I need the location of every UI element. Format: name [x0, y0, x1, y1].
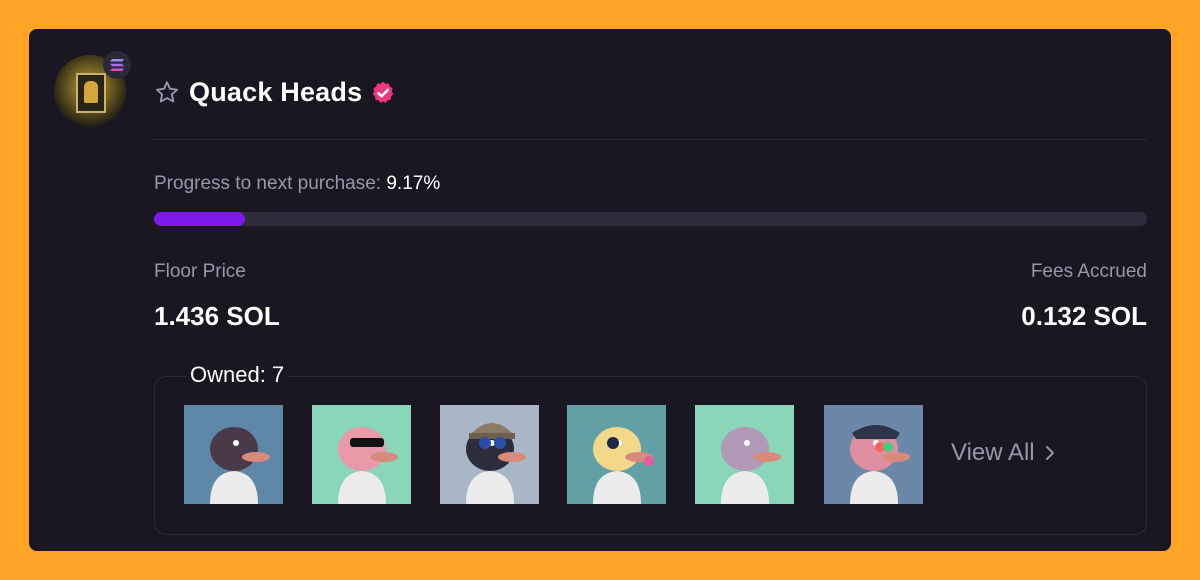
owned-nft-thumbnail[interactable]	[695, 405, 794, 504]
owned-nft-thumbnail[interactable]	[567, 405, 666, 504]
owned-nft-thumbnail[interactable]	[824, 405, 923, 504]
progress-value: 9.17%	[386, 173, 441, 194]
fees-accrued-label: Fees Accrued	[1030, 261, 1147, 282]
view-all-label: View All	[951, 439, 1035, 466]
collection-title: Quack Heads	[189, 77, 363, 107]
star-outline-icon[interactable]	[153, 79, 181, 107]
progress-bar	[154, 212, 1147, 226]
solana-icon	[103, 51, 131, 79]
owned-nft-thumbnail[interactable]	[184, 405, 283, 504]
owned-nft-thumbnail[interactable]	[440, 405, 539, 504]
progress-label: Progress to next purchase: 9.17%	[154, 173, 440, 195]
view-all-button[interactable]: View All	[951, 439, 1055, 467]
chevron-right-icon	[1045, 446, 1054, 460]
progress-bar-fill	[154, 212, 246, 226]
floor-price-label: Floor Price	[154, 261, 246, 282]
owned-nft-thumbnail[interactable]	[312, 405, 411, 504]
header-divider	[153, 139, 1147, 140]
owned-count: Owned: 7	[186, 362, 289, 388]
title-row: Quack Heads	[153, 77, 396, 108]
progress-label-text: Progress to next purchase:	[154, 173, 382, 194]
verified-check-icon	[373, 81, 394, 103]
floor-price-value: 1.436 SOL	[154, 301, 280, 331]
collection-card: Quack Heads Progress to next purchase: 9…	[29, 29, 1171, 551]
collection-avatar-wrap[interactable]	[54, 51, 131, 127]
fees-accrued-value: 0.132 SOL	[1021, 301, 1147, 331]
avatar-art	[76, 73, 106, 113]
